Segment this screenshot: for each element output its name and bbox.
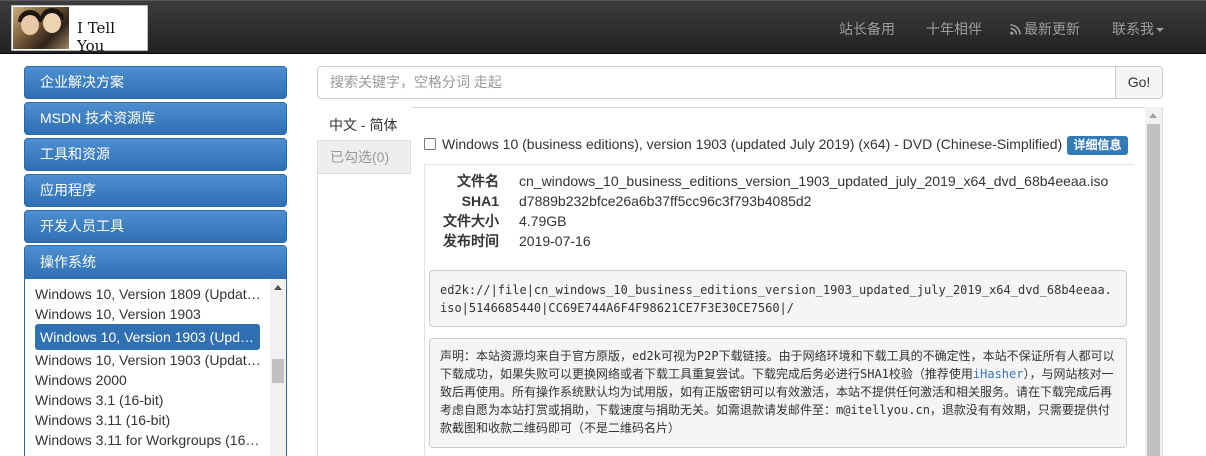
file-size-label: 文件大小 (443, 213, 499, 229)
brand-name: I Tell You (77, 19, 116, 55)
nav-contact-dropdown[interactable]: 联系我 (1112, 19, 1164, 39)
item-title[interactable]: Windows 10 (business editions), version … (442, 136, 1062, 152)
search-go-button[interactable]: Go! (1115, 66, 1163, 99)
nav-latest-updates-link[interactable]: 最新更新 (1010, 19, 1080, 39)
sha1-label: SHA1 (461, 193, 499, 209)
ihasher-link[interactable]: iHasher (973, 367, 1024, 381)
os-list-item-selected[interactable]: Windows 10, Version 1903 (Updated… (35, 324, 260, 350)
os-list-item[interactable]: Windows 3.11 (16-bit) (35, 410, 261, 430)
sidebar-item-tools[interactable]: 工具和资源 (24, 138, 287, 171)
caret-down-icon (1156, 28, 1164, 33)
os-list-item[interactable]: Windows 2000 (35, 370, 261, 390)
two-girls-photo-logo-icon (13, 7, 69, 49)
item-checkbox[interactable] (424, 138, 436, 150)
os-list-item[interactable]: Windows 10, Version 1903 (Updated… (35, 350, 261, 370)
brand-logo[interactable]: I Tell You (11, 5, 148, 55)
sidebar-item-operating-systems[interactable]: 操作系统 (25, 246, 286, 279)
download-item-row: Windows 10 (business editions), version … (424, 134, 1062, 156)
file-size-value: 4.79GB (519, 213, 567, 229)
tab-chinese-simplified[interactable]: 中文 - 简体 (317, 107, 411, 143)
os-list-item[interactable]: Windows 10, Version 1809 (Updated… (35, 284, 261, 304)
nav-contact-label: 联系我 (1112, 21, 1154, 37)
top-navbar: I Tell You 站长备用 十年相伴 最新更新 联系我 (0, 0, 1206, 55)
sidebar-item-msdn[interactable]: MSDN 技术资源库 (24, 102, 287, 135)
nav-ten-years-link[interactable]: 十年相伴 (926, 19, 982, 39)
nav-latest-updates-label: 最新更新 (1024, 21, 1080, 37)
scrollbar-thumb[interactable] (1147, 124, 1160, 456)
scroll-up-arrow-icon[interactable] (1149, 113, 1157, 118)
content-scrollbar[interactable] (1145, 107, 1162, 456)
sidebar-os-panel: 操作系统 Windows 10, Version 1809 (Updated… … (24, 245, 287, 456)
nav-backup-link[interactable]: 站长备用 (839, 19, 895, 39)
os-list: Windows 10, Version 1809 (Updated… Windo… (25, 279, 269, 456)
os-list-item[interactable]: Windows 3.11 for Workgroups (16-bi… (35, 430, 261, 450)
search-input[interactable]: 搜索关键字，空格分词 走起 (317, 66, 1116, 99)
download-notice: 声明：本站资源均来自于官方原版，ed2k可视为P2P下载链接。由于网络环境和下载… (429, 338, 1127, 448)
file-name-value: cn_windows_10_business_editions_version_… (519, 173, 1109, 189)
tab-checked[interactable]: 已勾选(0) (317, 140, 411, 174)
file-name-label: 文件名 (457, 173, 499, 189)
sha1-value: d7889b232bfce26a6b37ff5cc96c3f793b4085d2 (519, 193, 812, 209)
scroll-up-arrow-icon[interactable] (274, 285, 282, 290)
release-date-value: 2019-07-16 (519, 233, 591, 249)
release-date-label: 发布时间 (443, 233, 499, 249)
sidebar-item-developer-tools[interactable]: 开发人员工具 (24, 210, 287, 243)
scrollbar-thumb[interactable] (272, 359, 284, 383)
os-list-item[interactable]: Windows 3.1 (16-bit) (35, 390, 261, 410)
rss-icon (1010, 22, 1021, 35)
os-list-scrollbar[interactable] (270, 279, 286, 456)
ed2k-link-box[interactable]: ed2k://|file|cn_windows_10_business_edit… (429, 270, 1127, 327)
detail-info-button[interactable]: 详细信息 (1067, 136, 1128, 155)
sidebar-item-enterprise[interactable]: 企业解决方案 (24, 66, 287, 99)
sidebar-item-applications[interactable]: 应用程序 (24, 174, 287, 207)
os-list-item[interactable]: Windows 10, Version 1903 (35, 304, 261, 324)
